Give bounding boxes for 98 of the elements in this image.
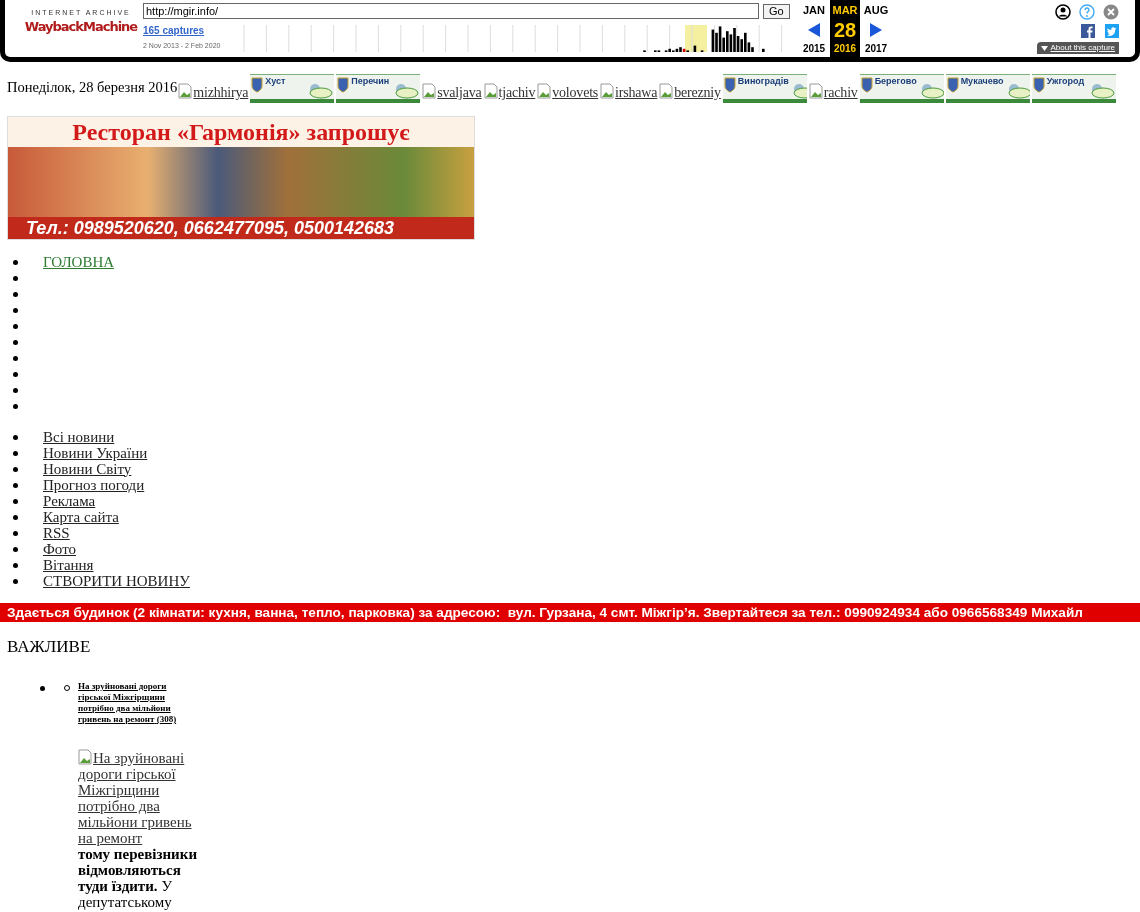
menu-link[interactable]: Всі новини bbox=[43, 429, 115, 445]
menu-link[interactable]: Реклама bbox=[43, 493, 96, 509]
bullet-icon bbox=[13, 404, 18, 409]
bullet-icon bbox=[13, 435, 18, 440]
bullet-icon bbox=[13, 292, 18, 297]
region-link[interactable]: irshawa bbox=[600, 82, 658, 103]
restaurant-ad-banner[interactable]: Ресторан «Гармонія» запрошує Тел.: 0989520620, 0662477095, 0500142683 bbox=[7, 116, 475, 240]
caret-icon bbox=[1040, 45, 1048, 51]
region-link[interactable]: rachiv bbox=[808, 82, 858, 103]
menu-link[interactable]: СТВОРИТИ НОВИНУ bbox=[43, 573, 190, 589]
menu-link[interactable]: Вітання bbox=[43, 557, 94, 573]
coat-of-arms-icon bbox=[1032, 77, 1045, 93]
banner-town-name: Берегово bbox=[874, 77, 917, 86]
broken-image-icon bbox=[422, 83, 437, 99]
coat-of-arms-icon bbox=[723, 77, 736, 93]
globe-icon bbox=[393, 83, 420, 99]
globe-icon bbox=[918, 83, 944, 99]
coat-of-arms-icon bbox=[337, 77, 350, 93]
broken-image-icon bbox=[659, 83, 674, 99]
user-icon[interactable] bbox=[1055, 4, 1071, 20]
next-arrow-icon[interactable] bbox=[870, 22, 882, 37]
region-link[interactable]: tjachiv bbox=[483, 82, 536, 103]
bullet-icon bbox=[13, 483, 18, 488]
globe-icon bbox=[307, 83, 334, 99]
year-label[interactable]: 2016 bbox=[833, 41, 857, 56]
year-label[interactable]: 2015 bbox=[802, 41, 826, 56]
about-capture-button[interactable]: About this capture bbox=[1036, 42, 1119, 54]
menu-link[interactable]: Карта сайта bbox=[43, 509, 119, 525]
globe-icon bbox=[1088, 83, 1115, 99]
banner-town-name: Хуст bbox=[265, 77, 286, 86]
menu-link[interactable]: Новини України bbox=[43, 445, 148, 461]
broken-image-icon bbox=[600, 83, 615, 99]
previous-arrow-icon[interactable] bbox=[808, 22, 820, 37]
ad-title: Ресторан «Гармонія» запрошує bbox=[8, 117, 474, 147]
bullet-icon bbox=[13, 499, 18, 504]
region-banner[interactable]: Мукачево bbox=[945, 74, 1030, 103]
region-link[interactable]: mizhhirya bbox=[178, 82, 249, 103]
menu-link[interactable]: Новини Світу bbox=[43, 461, 132, 477]
close-icon[interactable] bbox=[1103, 4, 1119, 20]
coat-of-arms-icon bbox=[946, 77, 959, 93]
banner-town-name: Перечин bbox=[351, 77, 390, 86]
ad-phones: Тел.: 0989520620, 0662477095, 0500142683 bbox=[8, 217, 474, 239]
bullet-icon bbox=[13, 276, 18, 281]
coat-of-arms-icon bbox=[860, 77, 873, 93]
menu-link[interactable]: RSS bbox=[43, 525, 70, 541]
year-label[interactable]: 2017 bbox=[864, 41, 888, 56]
region-banner[interactable]: Берегово bbox=[859, 74, 944, 103]
coat-of-arms-icon bbox=[251, 77, 264, 93]
region-banner[interactable]: Ужгород bbox=[1031, 74, 1116, 103]
ticker-text: Здається будинок (2 кімнати: кухня, ванна, тепло, парковка) за адресою: вул. Гурзана, 4 смт. Міжгір’я. Звертайтеся за тел.: 0990924934 або 0966568349 Михайл bbox=[7, 605, 1083, 620]
go-button[interactable]: Go bbox=[763, 3, 790, 19]
bullet-icon bbox=[13, 356, 18, 361]
region-banner[interactable]: Виноградів bbox=[722, 74, 807, 103]
captures-link[interactable]: 165 captures bbox=[143, 25, 205, 38]
region-link[interactable]: svaljava bbox=[422, 82, 482, 103]
bullet-icon bbox=[13, 467, 18, 472]
bullet-icon bbox=[13, 451, 18, 456]
broken-image-icon bbox=[483, 83, 498, 99]
bullet-icon bbox=[13, 324, 18, 329]
region-link[interactable]: berezniy bbox=[659, 82, 721, 103]
section-heading: ВАЖЛИВЕ bbox=[7, 638, 92, 655]
bullet-icon bbox=[13, 563, 18, 568]
day-number: 28 bbox=[833, 19, 857, 40]
banner-town-name: Мукачево bbox=[960, 77, 1004, 86]
bullet-icon bbox=[13, 547, 18, 552]
broken-image-icon bbox=[78, 749, 92, 765]
menu-link[interactable]: ГОЛОВНА bbox=[43, 250, 115, 274]
twitter-icon[interactable] bbox=[1105, 24, 1119, 38]
region-banner[interactable]: Хуст bbox=[250, 74, 335, 103]
banner-town-name: Виноградів bbox=[737, 77, 789, 86]
month-label[interactable]: JAN bbox=[803, 2, 825, 19]
banner-town-name: Ужгород bbox=[1046, 77, 1085, 86]
broken-image-icon bbox=[537, 83, 552, 99]
menu-link[interactable]: Фото bbox=[43, 541, 76, 557]
broken-image-icon bbox=[808, 83, 823, 99]
bullet-icon bbox=[13, 340, 18, 345]
region-banner[interactable]: Перечин bbox=[336, 74, 421, 103]
broken-image-icon bbox=[178, 83, 193, 99]
menu-link[interactable]: Прогноз погоди bbox=[43, 477, 145, 493]
month-label[interactable]: AUG bbox=[863, 2, 889, 19]
bullet-icon bbox=[13, 260, 18, 265]
bullet-icon bbox=[13, 308, 18, 313]
bullet-icon bbox=[13, 372, 18, 377]
news-excerpt: тому перевізники відмовляються туди їздити. У депутатському bbox=[78, 846, 198, 910]
url-field[interactable]: http://mgir.info/ bbox=[143, 3, 759, 19]
bullet-icon bbox=[13, 388, 18, 393]
month-label[interactable]: MAR bbox=[832, 2, 858, 19]
news-title-link[interactable]: На зруйновані дороги гірської Міжгірщини потрібно два мільйони гривень на ремонт (308) bbox=[78, 681, 198, 725]
facebook-icon[interactable] bbox=[1081, 24, 1095, 38]
bullet-icon bbox=[40, 686, 45, 691]
globe-icon bbox=[1005, 83, 1030, 99]
date-text: Понеділок, 28 березня 2016 bbox=[7, 78, 178, 97]
bullet-icon bbox=[13, 579, 18, 584]
news-image-link[interactable]: На зруйновані дороги гірської Міжгірщини потрібно два мільйони гривень на ремонт bbox=[78, 749, 198, 846]
bullet-icon bbox=[13, 531, 18, 536]
region-link[interactable]: volovets bbox=[537, 82, 599, 103]
wayback-logo: WaybackMachine bbox=[24, 20, 138, 33]
bullet-icon bbox=[13, 515, 18, 520]
